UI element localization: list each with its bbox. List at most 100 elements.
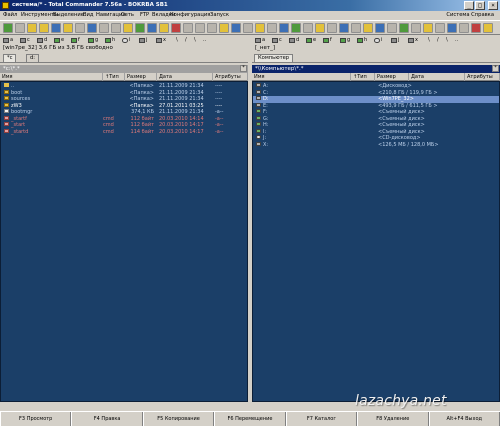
right-file-panel[interactable]: A: <Дисковод> C: <210,8 ГБ / 119,9 ГБ > D: <W… [252, 81, 500, 402]
drive-button-e[interactable]: e [306, 36, 316, 44]
fkey-button[interactable]: F5 Копирование [142, 412, 215, 426]
menu-item[interactable]: Сеть [121, 12, 134, 18]
col-attr[interactable]: Атрибуты [213, 73, 248, 81]
col-name[interactable]: Имя [0, 73, 103, 81]
toolbar-icon[interactable] [135, 23, 145, 33]
menu-item[interactable]: FTP [140, 12, 149, 18]
toolbar-icon[interactable] [171, 23, 181, 33]
drive-button-d[interactable]: d [289, 36, 299, 44]
fkey-button[interactable]: Alt+F4 Выход [428, 412, 500, 426]
tab-right-computer[interactable]: Компьютер [254, 54, 294, 62]
drive-button-a[interactable]: a [3, 36, 13, 44]
file-row[interactable]: _startd cmd 114 байт 20.03.2010 14:17 -a-- [1, 128, 247, 136]
history-button[interactable]: * [492, 65, 499, 72]
drive-button-f[interactable]: f [71, 36, 80, 44]
col-date[interactable]: Дата [157, 73, 213, 81]
nav-button[interactable]: / [185, 36, 187, 44]
toolbar-icon[interactable] [339, 23, 349, 33]
toolbar-icon[interactable] [111, 23, 121, 33]
toolbar-icon[interactable] [51, 23, 61, 33]
toolbar-icon[interactable] [27, 23, 37, 33]
toolbar-icon[interactable] [471, 23, 481, 33]
toolbar-icon[interactable] [39, 23, 49, 33]
toolbar-icon[interactable] [243, 23, 253, 33]
col-attr[interactable]: Атрибуты [465, 73, 500, 81]
toolbar-icon[interactable] [123, 23, 133, 33]
menu-item[interactable]: Конфигурация [170, 12, 210, 18]
drive-button-i[interactable]: i [122, 36, 130, 44]
nav-button[interactable]: .. [203, 36, 206, 44]
toolbar-icon[interactable] [267, 23, 277, 33]
nav-button[interactable]: \ [446, 36, 448, 44]
toolbar-icon[interactable] [255, 23, 265, 33]
toolbar-icon[interactable] [483, 23, 493, 33]
menu-system-help[interactable]: Система Справка [446, 12, 494, 18]
close-button[interactable]: × [488, 1, 498, 10]
col-type[interactable]: ↑Тип [351, 73, 375, 81]
drive-button-c[interactable]: c [272, 36, 282, 44]
drive-button-i[interactable]: i [374, 36, 382, 44]
col-size[interactable]: Размер [125, 73, 157, 81]
left-path-bar[interactable]: *c:\*.* * [0, 65, 248, 73]
drive-button-x[interactable]: x [156, 36, 166, 44]
toolbar-icon[interactable] [327, 23, 337, 33]
toolbar-icon[interactable] [159, 23, 169, 33]
toolbar-icon[interactable] [315, 23, 325, 33]
menu-item[interactable]: Выделение [53, 12, 84, 18]
fkey-button[interactable]: F7 Каталог [285, 412, 358, 426]
col-size[interactable]: Размер [375, 73, 409, 81]
nav-button[interactable]: .. [455, 36, 458, 44]
toolbar-icon[interactable] [99, 23, 109, 33]
col-name[interactable]: Имя [252, 73, 351, 81]
toolbar-icon[interactable] [447, 23, 457, 33]
drive-button-a[interactable]: a [255, 36, 265, 44]
toolbar-icon[interactable] [351, 23, 361, 33]
toolbar-icon[interactable] [459, 23, 469, 33]
toolbar-icon[interactable] [423, 23, 433, 33]
drive-button-d[interactable]: d [37, 36, 47, 44]
nav-button[interactable]: \ [176, 36, 178, 44]
toolbar-icon[interactable] [87, 23, 97, 33]
drive-button-h[interactable]: h [105, 36, 115, 44]
drive-button-j[interactable]: j [139, 36, 147, 44]
toolbar-icon[interactable] [207, 23, 217, 33]
toolbar-icon[interactable] [375, 23, 385, 33]
toolbar-icon[interactable] [363, 23, 373, 33]
col-date[interactable]: Дата [409, 73, 465, 81]
toolbar-icon[interactable] [219, 23, 229, 33]
toolbar-icon[interactable] [411, 23, 421, 33]
fkey-button[interactable]: F4 Правка [71, 412, 143, 426]
history-button[interactable]: * [240, 65, 247, 72]
menu-item[interactable]: Файл [3, 12, 17, 18]
toolbar-icon[interactable] [147, 23, 157, 33]
col-type[interactable]: ↑Тип [103, 73, 125, 81]
right-path-bar[interactable]: *\\Компьютер\*.* * [252, 65, 500, 73]
tab-left-c[interactable]: *c [3, 54, 17, 62]
drive-button-e[interactable]: e [54, 36, 64, 44]
nav-button[interactable]: \ [428, 36, 430, 44]
toolbar-icon[interactable] [183, 23, 193, 33]
toolbar-icon[interactable] [387, 23, 397, 33]
toolbar-icon[interactable] [279, 23, 289, 33]
maximize-button[interactable]: □ [475, 1, 485, 10]
fkey-button[interactable]: F3 Просмотр [0, 412, 72, 426]
nav-button[interactable]: \ [194, 36, 196, 44]
nav-button[interactable]: / [437, 36, 439, 44]
fkey-button[interactable]: F8 Удаление [357, 412, 429, 426]
drive-row[interactable]: X: <126,5 МБ / 128,0 МБ> [253, 141, 499, 149]
toolbar-icon[interactable] [195, 23, 205, 33]
drive-button-g[interactable]: g [88, 36, 98, 44]
toolbar-icon[interactable] [63, 23, 73, 33]
fkey-button[interactable]: F6 Перемещение [214, 412, 286, 426]
drive-button-f[interactable]: f [323, 36, 332, 44]
toolbar-icon[interactable] [75, 23, 85, 33]
drive-button-g[interactable]: g [340, 36, 350, 44]
menu-item[interactable]: Запуск [210, 12, 229, 18]
drive-button-c[interactable]: c [20, 36, 30, 44]
toolbar-icon[interactable] [15, 23, 25, 33]
toolbar-icon[interactable] [399, 23, 409, 33]
drive-button-j[interactable]: j [391, 36, 399, 44]
toolbar-icon[interactable] [3, 23, 13, 33]
toolbar-icon[interactable] [231, 23, 241, 33]
minimize-button[interactable]: _ [464, 1, 474, 10]
